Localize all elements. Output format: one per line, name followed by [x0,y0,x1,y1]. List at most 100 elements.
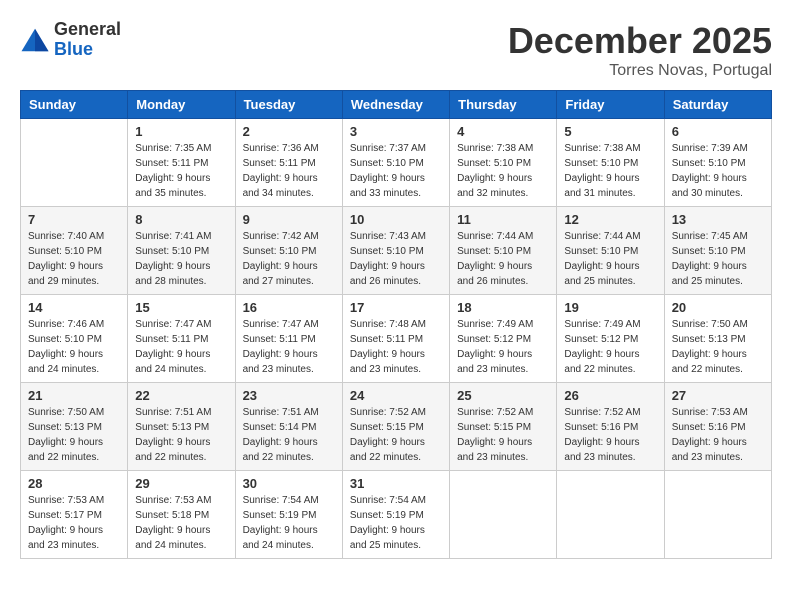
title-section: December 2025 Torres Novas, Portugal [508,20,772,80]
day-number: 21 [28,388,120,403]
calendar-cell: 14 Sunrise: 7:46 AM Sunset: 5:10 PM Dayli… [21,295,128,383]
day-info: Sunrise: 7:53 AM Sunset: 5:16 PM Dayligh… [672,405,764,465]
day-number: 12 [564,212,656,227]
day-number: 1 [135,124,227,139]
day-number: 7 [28,212,120,227]
calendar-cell: 27 Sunrise: 7:53 AM Sunset: 5:16 PM Dayli… [664,383,771,471]
day-info: Sunrise: 7:51 AM Sunset: 5:14 PM Dayligh… [243,405,335,465]
calendar-cell: 16Sunrise: 7:47 AM Sunset: 5:11 PM Dayli… [235,295,342,383]
calendar-cell: 12 Sunrise: 7:44 AM Sunset: 5:10 PM Dayli… [557,207,664,295]
calendar-cell: 28 Sunrise: 7:53 AM Sunset: 5:17 PM Dayli… [21,471,128,559]
day-number: 29 [135,476,227,491]
day-number: 24 [350,388,442,403]
day-info: Sunrise: 7:48 AM Sunset: 5:11 PM Dayligh… [350,317,442,377]
calendar-cell: 26Sunrise: 7:52 AM Sunset: 5:16 PM Dayli… [557,383,664,471]
day-info: Sunrise: 7:42 AM Sunset: 5:10 PM Dayligh… [243,229,335,289]
calendar-cell: 21Sunrise: 7:50 AM Sunset: 5:13 PM Dayli… [21,383,128,471]
day-info: Sunrise: 7:49 AM Sunset: 5:12 PM Dayligh… [457,317,549,377]
calendar-week-row: 1Sunrise: 7:35 AM Sunset: 5:11 PM Daylig… [21,119,772,207]
day-info: Sunrise: 7:45 AM Sunset: 5:10 PM Dayligh… [672,229,764,289]
day-number: 20 [672,300,764,315]
calendar-cell: 29 Sunrise: 7:53 AM Sunset: 5:18 PM Dayli… [128,471,235,559]
header-day-saturday: Saturday [664,91,771,119]
calendar-cell: 23 Sunrise: 7:51 AM Sunset: 5:14 PM Dayli… [235,383,342,471]
day-number: 25 [457,388,549,403]
calendar-cell: 22 Sunrise: 7:51 AM Sunset: 5:13 PM Dayli… [128,383,235,471]
day-info: Sunrise: 7:52 AM Sunset: 5:15 PM Dayligh… [350,405,442,465]
day-number: 17 [350,300,442,315]
calendar-cell: 5 Sunrise: 7:38 AM Sunset: 5:10 PM Daylig… [557,119,664,207]
header-day-sunday: Sunday [21,91,128,119]
calendar-cell: 15 Sunrise: 7:47 AM Sunset: 5:11 PM Dayli… [128,295,235,383]
calendar-cell: 24 Sunrise: 7:52 AM Sunset: 5:15 PM Dayli… [342,383,449,471]
calendar-cell: 18 Sunrise: 7:49 AM Sunset: 5:12 PM Dayli… [450,295,557,383]
day-info: Sunrise: 7:50 AM Sunset: 5:13 PM Dayligh… [672,317,764,377]
day-number: 8 [135,212,227,227]
day-number: 3 [350,124,442,139]
day-number: 15 [135,300,227,315]
day-number: 2 [243,124,335,139]
day-number: 27 [672,388,764,403]
day-info: Sunrise: 7:39 AM Sunset: 5:10 PM Dayligh… [672,141,764,201]
header-day-monday: Monday [128,91,235,119]
day-info: Sunrise: 7:52 AM Sunset: 5:15 PM Dayligh… [457,405,549,465]
header: General Blue December 2025 Torres Novas,… [20,20,772,80]
calendar-week-row: 7 Sunrise: 7:40 AM Sunset: 5:10 PM Daylig… [21,207,772,295]
day-number: 6 [672,124,764,139]
header-day-wednesday: Wednesday [342,91,449,119]
day-number: 10 [350,212,442,227]
logo-general-text: General [54,20,121,40]
header-day-thursday: Thursday [450,91,557,119]
day-info: Sunrise: 7:44 AM Sunset: 5:10 PM Dayligh… [457,229,549,289]
calendar-cell: 2 Sunrise: 7:36 AM Sunset: 5:11 PM Daylig… [235,119,342,207]
header-day-friday: Friday [557,91,664,119]
day-info: Sunrise: 7:36 AM Sunset: 5:11 PM Dayligh… [243,141,335,201]
day-info: Sunrise: 7:53 AM Sunset: 5:17 PM Dayligh… [28,493,120,553]
calendar-title: December 2025 [508,20,772,62]
day-info: Sunrise: 7:51 AM Sunset: 5:13 PM Dayligh… [135,405,227,465]
calendar-subtitle: Torres Novas, Portugal [508,62,772,80]
calendar-cell: 13Sunrise: 7:45 AM Sunset: 5:10 PM Dayli… [664,207,771,295]
calendar-cell: 4 Sunrise: 7:38 AM Sunset: 5:10 PM Daylig… [450,119,557,207]
day-info: Sunrise: 7:38 AM Sunset: 5:10 PM Dayligh… [564,141,656,201]
calendar-week-row: 28 Sunrise: 7:53 AM Sunset: 5:17 PM Dayli… [21,471,772,559]
day-number: 14 [28,300,120,315]
calendar-cell: 19 Sunrise: 7:49 AM Sunset: 5:12 PM Dayli… [557,295,664,383]
day-info: Sunrise: 7:54 AM Sunset: 5:19 PM Dayligh… [243,493,335,553]
calendar-cell: 30 Sunrise: 7:54 AM Sunset: 5:19 PM Dayli… [235,471,342,559]
day-number: 23 [243,388,335,403]
calendar-header-row: SundayMondayTuesdayWednesdayThursdayFrid… [21,91,772,119]
day-info: Sunrise: 7:41 AM Sunset: 5:10 PM Dayligh… [135,229,227,289]
calendar-cell: 17 Sunrise: 7:48 AM Sunset: 5:11 PM Dayli… [342,295,449,383]
calendar-cell: 9Sunrise: 7:42 AM Sunset: 5:10 PM Daylig… [235,207,342,295]
day-number: 30 [243,476,335,491]
day-info: Sunrise: 7:40 AM Sunset: 5:10 PM Dayligh… [28,229,120,289]
day-info: Sunrise: 7:46 AM Sunset: 5:10 PM Dayligh… [28,317,120,377]
day-info: Sunrise: 7:38 AM Sunset: 5:10 PM Dayligh… [457,141,549,201]
page-container: General Blue December 2025 Torres Novas,… [20,20,772,559]
calendar-cell [557,471,664,559]
calendar-cell: 6 Sunrise: 7:39 AM Sunset: 5:10 PM Daylig… [664,119,771,207]
header-day-tuesday: Tuesday [235,91,342,119]
calendar-cell: 1Sunrise: 7:35 AM Sunset: 5:11 PM Daylig… [128,119,235,207]
calendar-week-row: 21Sunrise: 7:50 AM Sunset: 5:13 PM Dayli… [21,383,772,471]
day-number: 18 [457,300,549,315]
day-number: 4 [457,124,549,139]
day-number: 19 [564,300,656,315]
calendar-week-row: 14 Sunrise: 7:46 AM Sunset: 5:10 PM Dayli… [21,295,772,383]
day-info: Sunrise: 7:53 AM Sunset: 5:18 PM Dayligh… [135,493,227,553]
day-number: 26 [564,388,656,403]
day-number: 16 [243,300,335,315]
day-number: 5 [564,124,656,139]
day-info: Sunrise: 7:44 AM Sunset: 5:10 PM Dayligh… [564,229,656,289]
calendar-cell: 7 Sunrise: 7:40 AM Sunset: 5:10 PM Daylig… [21,207,128,295]
day-number: 22 [135,388,227,403]
day-number: 11 [457,212,549,227]
calendar-cell: 10Sunrise: 7:43 AM Sunset: 5:10 PM Dayli… [342,207,449,295]
day-number: 28 [28,476,120,491]
day-info: Sunrise: 7:47 AM Sunset: 5:11 PM Dayligh… [135,317,227,377]
calendar-cell [21,119,128,207]
calendar-cell: 8 Sunrise: 7:41 AM Sunset: 5:10 PM Daylig… [128,207,235,295]
day-info: Sunrise: 7:49 AM Sunset: 5:12 PM Dayligh… [564,317,656,377]
calendar-cell [450,471,557,559]
